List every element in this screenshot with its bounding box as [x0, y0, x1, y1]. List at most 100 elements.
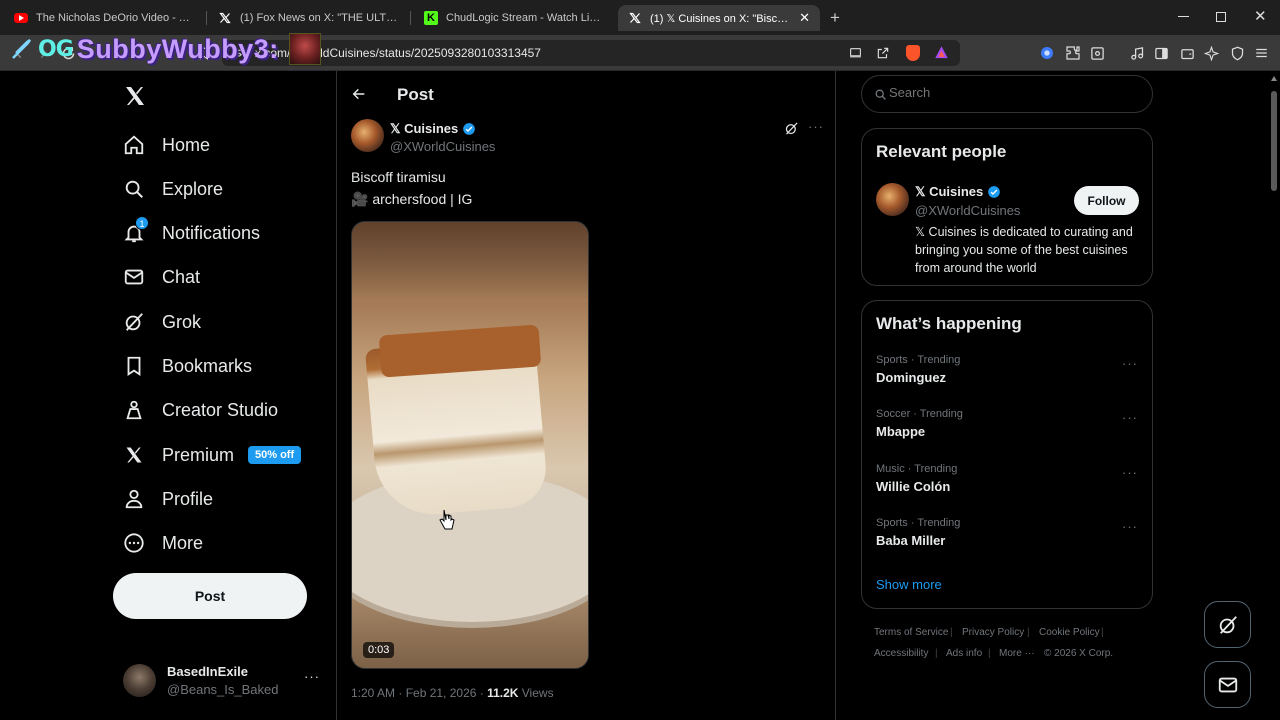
footer-link[interactable]: Privacy Policy	[962, 627, 1024, 638]
post-more-icon[interactable]: ···	[808, 119, 824, 134]
search-input[interactable]	[889, 85, 1139, 100]
leo-ai-icon[interactable]	[1202, 44, 1220, 62]
close-tab-icon[interactable]: ✕	[799, 10, 810, 26]
browser-tab-youtube[interactable]: The Nicholas DeOrio Video - YouTube	[4, 5, 204, 31]
restore-window-icon[interactable]	[1216, 12, 1226, 22]
nav-creator-studio[interactable]: Creator Studio	[123, 392, 278, 428]
trend-more-icon[interactable]: ···	[1122, 410, 1138, 425]
author-avatar[interactable]	[351, 119, 384, 152]
grok-icon	[1219, 615, 1237, 634]
cast-icon[interactable]	[848, 46, 863, 59]
back-arrow-icon[interactable]	[351, 86, 367, 102]
footer-link[interactable]: Cookie Policy	[1039, 627, 1100, 638]
account-menu-icon[interactable]: ···	[304, 669, 320, 684]
footer-link[interactable]: Ads info	[946, 648, 982, 659]
nav-notifications[interactable]: 1 Notifications	[123, 215, 260, 251]
vpn-shield-icon[interactable]	[1228, 44, 1246, 62]
scrollbar-thumb[interactable]	[1271, 91, 1277, 191]
x-logo-icon	[628, 11, 642, 25]
minimize-window-icon[interactable]	[1178, 16, 1189, 17]
post-video[interactable]: 0:03	[351, 221, 589, 669]
grok-explain-icon[interactable]	[784, 121, 799, 136]
browser-tab-x-cuisines[interactable]: (1) 𝕏 Cuisines on X: "Biscoff tiram ✕	[618, 5, 820, 31]
nav-more[interactable]: More	[123, 525, 203, 561]
relevant-bio: 𝕏 Cuisines is dedicated to curating and …	[915, 225, 1133, 275]
relevant-people-card: Relevant people 𝕏 Cuisines @XWorldCuisin…	[861, 128, 1153, 286]
nav-label: Chat	[162, 266, 201, 287]
page-scrollbar[interactable]	[1268, 71, 1280, 720]
post-column: Post 𝕏 Cuisines @XWorldCuisines ··· Bisc…	[336, 71, 836, 720]
youtube-icon	[14, 13, 28, 23]
browser-tab-chudlogic[interactable]: K ChudLogic Stream - Watch Live o	[414, 5, 614, 31]
account-handle: @Beans_Is_Baked	[167, 682, 279, 697]
trend-item[interactable]: Sports · Trending Dominguez ···	[876, 354, 1138, 385]
nav-home[interactable]: Home	[123, 127, 210, 163]
grok-floating-button[interactable]	[1204, 601, 1251, 648]
author-name-row[interactable]: 𝕏 Cuisines	[390, 121, 476, 137]
trend-more-icon[interactable]: ···	[1122, 519, 1138, 534]
new-tab-icon[interactable]: +	[830, 8, 840, 28]
trend-category: Sports · Trending	[876, 517, 961, 529]
x-logo-icon	[123, 444, 145, 466]
trend-category: Soccer · Trending	[876, 408, 963, 420]
footer-link[interactable]: Terms of Service	[874, 627, 948, 638]
footer-separator: |	[1101, 627, 1104, 638]
trend-item[interactable]: Music · Trending Willie Colón ···	[876, 463, 1138, 494]
nav-label: Creator Studio	[162, 399, 279, 420]
sidebar-toggle-icon[interactable]	[1152, 44, 1170, 62]
address-bar[interactable]: x.com/XWorldCuisines/status/202509328010…	[222, 40, 960, 66]
account-switcher[interactable]: BasedInExile @Beans_Is_Baked ···	[123, 661, 323, 699]
stream-chat-overlay: OG SubbyWubby3:	[10, 29, 321, 69]
browser-tab-fox-news[interactable]: (1) Fox News on X: "THE ULTIMATE BA	[208, 5, 408, 31]
nav-profile[interactable]: Profile	[123, 481, 213, 517]
relevant-name-row[interactable]: 𝕏 Cuisines	[915, 184, 1001, 200]
brave-rewards-icon[interactable]	[934, 45, 949, 60]
brave-shields-icon[interactable]	[906, 45, 920, 61]
nav-grok[interactable]: Grok	[123, 304, 201, 340]
wallet-icon[interactable]	[1178, 44, 1196, 62]
messages-floating-button[interactable]	[1204, 661, 1251, 708]
trend-more-icon[interactable]: ···	[1122, 465, 1138, 480]
footer-copyright: © 2026 X Corp.	[1044, 648, 1114, 659]
trend-item[interactable]: Soccer · Trending Mbappe ···	[876, 408, 1138, 439]
browser-menu-icon[interactable]	[1252, 44, 1270, 62]
x-logo-icon[interactable]	[123, 84, 147, 108]
relevant-handle: @XWorldCuisines	[915, 203, 1021, 218]
search-box[interactable]	[861, 75, 1153, 113]
show-more-link[interactable]: Show more	[876, 577, 942, 592]
follow-button[interactable]: Follow	[1074, 186, 1139, 215]
x-page: Home Explore 1 Notifications Chat Grok B…	[0, 71, 1280, 720]
trend-name: Baba Miller	[876, 533, 946, 548]
nav-label: Home	[162, 134, 211, 155]
tab-separator	[206, 11, 207, 25]
nav-premium[interactable]: Premium 50% off	[123, 437, 302, 473]
screenshot-icon[interactable]	[1088, 44, 1106, 62]
nav-explore[interactable]: Explore	[123, 171, 223, 207]
nav-label: Bookmarks	[162, 355, 253, 376]
tab-title: (1) 𝕏 Cuisines on X: "Biscoff tiram	[650, 12, 793, 25]
bell-icon: 1	[123, 216, 149, 244]
trend-more-icon[interactable]: ···	[1122, 356, 1138, 371]
share-icon[interactable]	[876, 46, 890, 60]
notification-count-badge: 1	[135, 216, 149, 230]
trend-item[interactable]: Sports · Trending Baba Miller ···	[876, 517, 1138, 548]
nav-chat[interactable]: Chat	[123, 259, 200, 295]
mail-icon	[1218, 677, 1237, 692]
compose-post-button[interactable]: Post	[113, 573, 307, 619]
close-window-icon[interactable]: ✕	[1254, 7, 1267, 25]
avatar[interactable]	[876, 183, 909, 216]
footer-link[interactable]: Accessibility	[874, 648, 928, 659]
media-music-icon[interactable]	[1128, 44, 1146, 62]
overlay-avatar	[288, 33, 321, 65]
extensions-icon[interactable]	[1064, 44, 1082, 62]
extension-vpn-icon[interactable]	[1038, 44, 1056, 62]
verified-badge-icon	[463, 123, 476, 135]
footer-link[interactable]: More ···	[999, 648, 1035, 659]
search-icon	[123, 178, 145, 200]
views-count: 11.2K	[487, 686, 519, 700]
avatar	[123, 664, 156, 697]
mail-icon	[123, 266, 145, 288]
profile-icon	[123, 488, 145, 510]
scroll-up-icon[interactable]	[1271, 76, 1277, 81]
nav-bookmarks[interactable]: Bookmarks	[123, 348, 252, 384]
